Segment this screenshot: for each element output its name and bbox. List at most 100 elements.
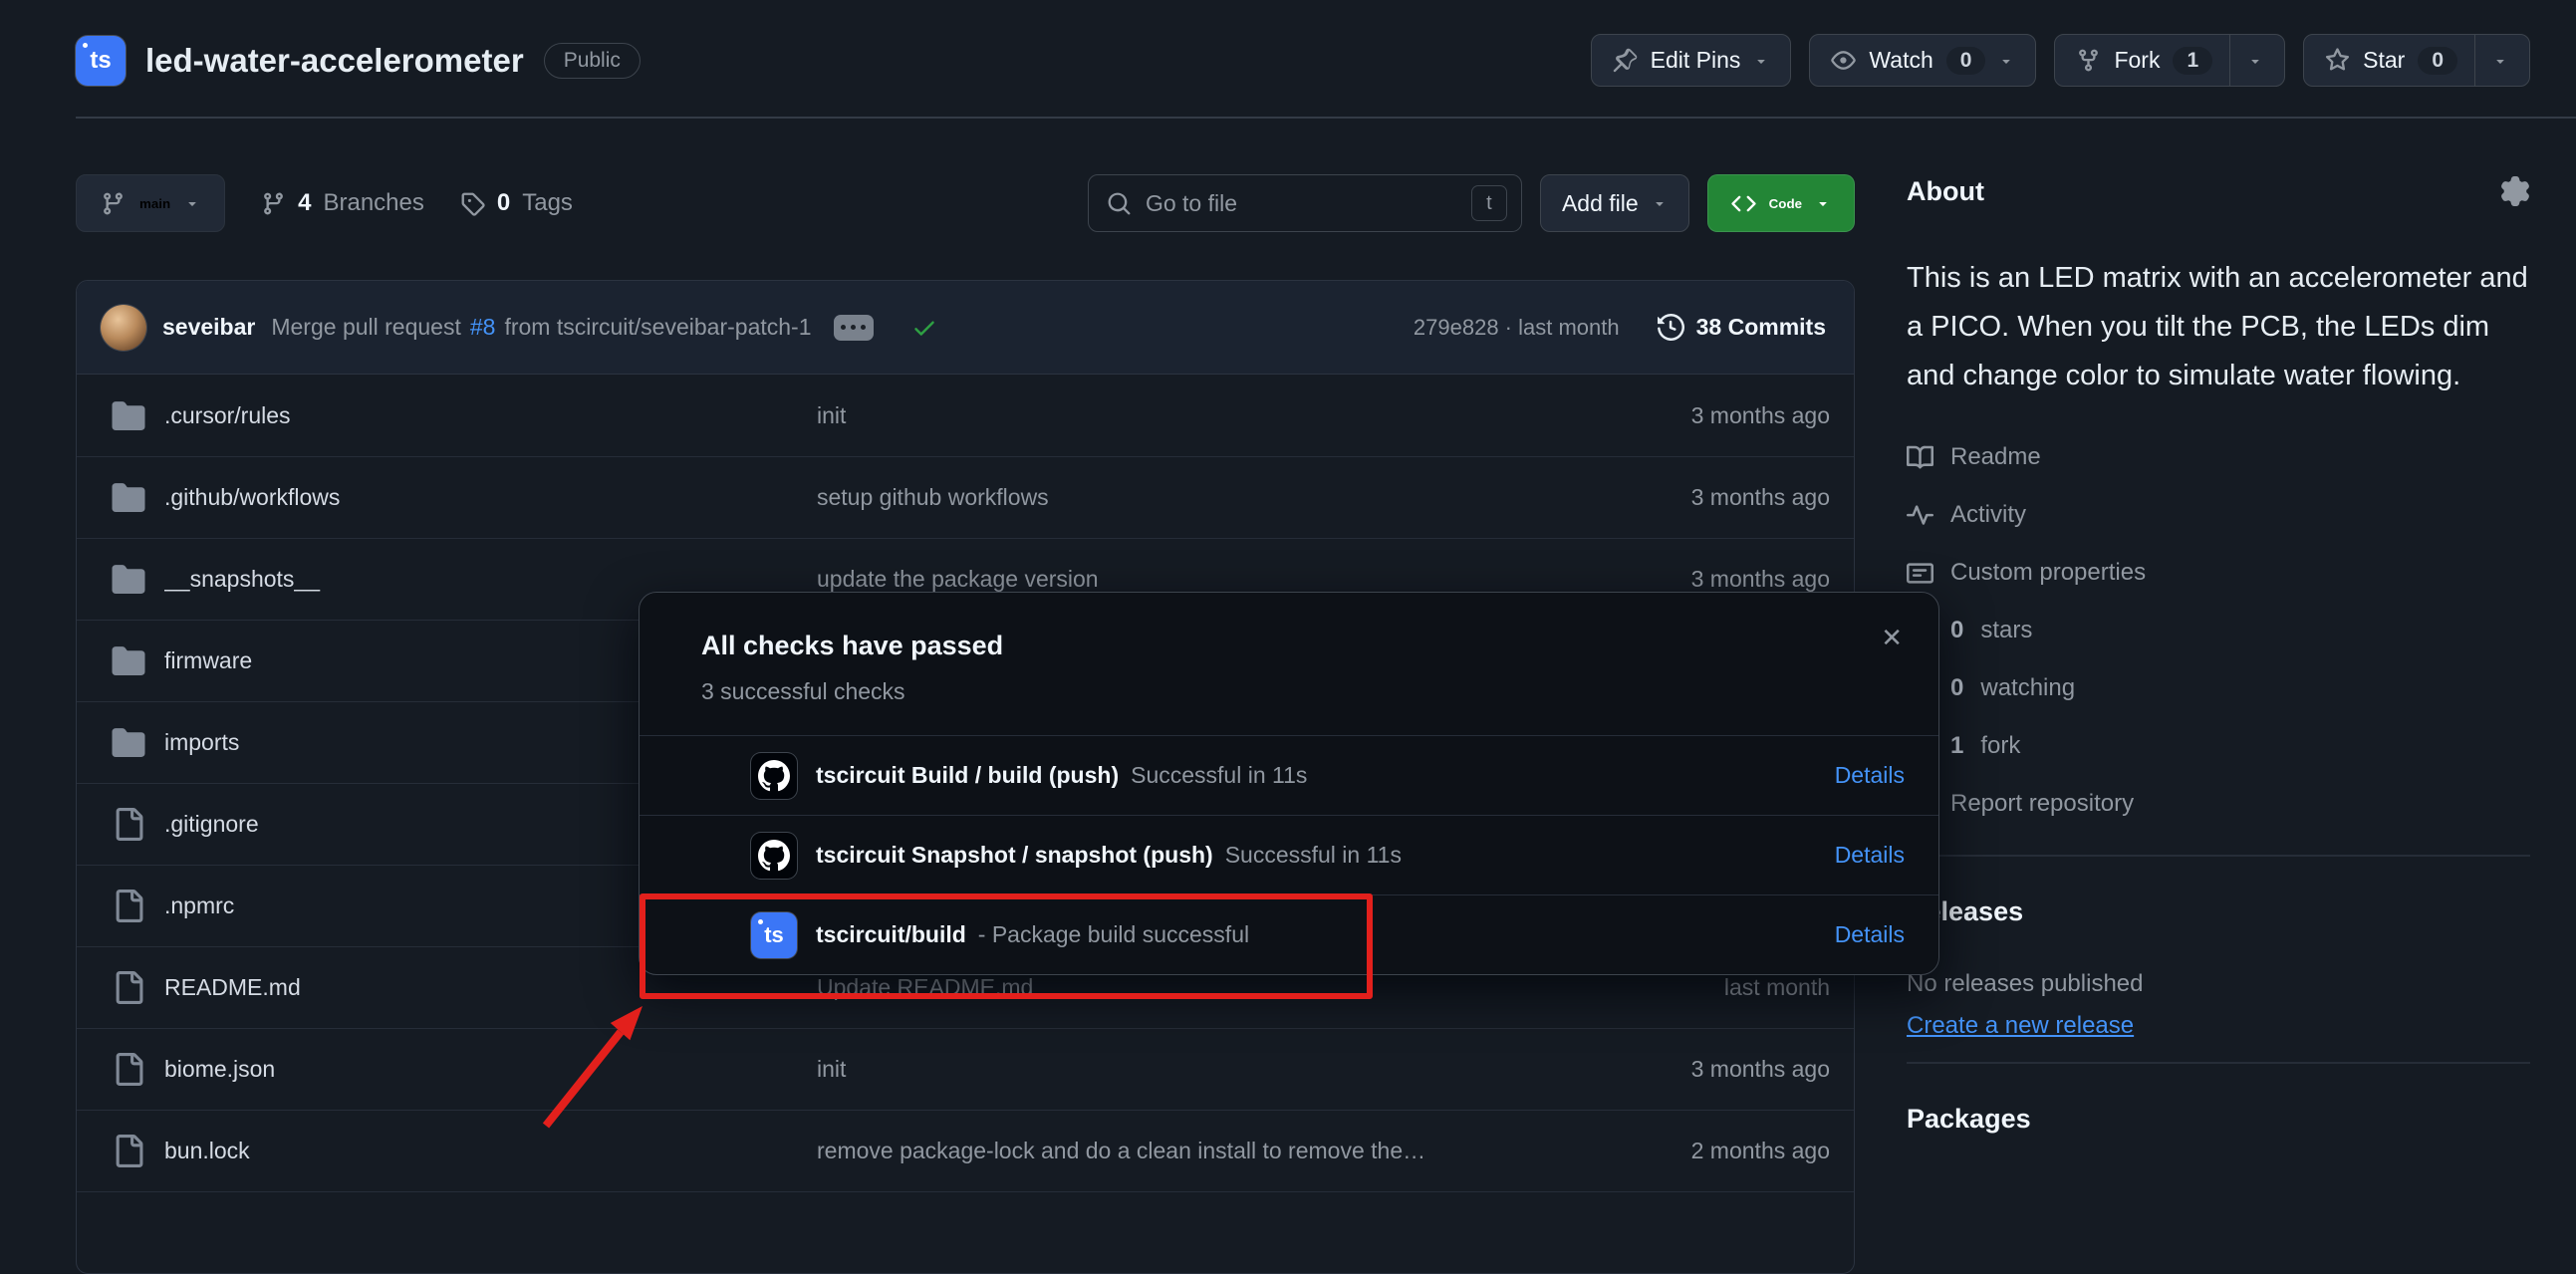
tags-link[interactable]: 0 Tags (460, 189, 573, 217)
repo-header: ts led-water-accelerometer Public Edit P… (0, 0, 2576, 87)
commit-author-name[interactable]: seveibar (162, 314, 255, 341)
file-commit-date: 3 months ago (1581, 566, 1830, 593)
sidebar-item-icon (1907, 444, 1933, 471)
sidebar-item-label: Custom properties (1950, 559, 2146, 587)
file-commit-message[interactable]: Update README.md (817, 974, 1581, 1001)
sidebar-about-item[interactable]: Report repository (1907, 775, 2530, 833)
table-row: .github/workflows setup github workflows… (77, 456, 1854, 538)
commit-author-avatar[interactable] (101, 305, 146, 351)
file-commit-message[interactable]: init (817, 402, 1581, 429)
fork-count: 1 (2173, 47, 2212, 75)
watch-count: 0 (1946, 47, 1986, 75)
fork-icon (2076, 48, 2101, 73)
check-name: tscircuit/build (816, 921, 966, 948)
file-name[interactable]: .cursor/rules (164, 402, 817, 429)
sidebar-about-item[interactable]: 0 stars (1907, 602, 2530, 659)
sidebar-item-count: 0 (1950, 674, 1963, 702)
file-commit-date: 3 months ago (1581, 1056, 1830, 1083)
pin-icon (1613, 48, 1638, 73)
check-app-avatar: ts (751, 912, 797, 958)
commit-message-text[interactable]: Merge pull request (271, 314, 461, 341)
checks-popup-title: All checks have passed (701, 627, 1903, 664)
commit-status-check-icon[interactable] (911, 315, 937, 341)
gear-icon[interactable] (2500, 176, 2530, 206)
git-branch-icon (261, 191, 286, 216)
fork-button[interactable]: Fork 1 (2054, 34, 2285, 87)
check-name: tscircuit Snapshot / snapshot (push) (816, 842, 1213, 869)
chevron-down-icon (184, 195, 200, 211)
file-name[interactable]: biome.json (164, 1056, 817, 1083)
chevron-down-icon[interactable] (2492, 53, 2508, 69)
code-label: Code (1769, 196, 1802, 211)
sidebar-about-item[interactable]: Custom properties (1907, 544, 2530, 602)
file-type-icon (111, 890, 146, 922)
chevron-down-icon (1652, 195, 1668, 211)
about-header: About (1907, 174, 2530, 208)
eye-icon (1831, 48, 1856, 73)
create-release-link[interactable]: Create a new release (1907, 1012, 2134, 1040)
branch-selector[interactable]: main (76, 174, 225, 232)
repo-title[interactable]: led-water-accelerometer (145, 42, 524, 80)
table-row: biome.json init 3 months ago (77, 1028, 1854, 1110)
branches-link[interactable]: 4 Branches (261, 189, 424, 217)
sidebar-about-item[interactable]: Activity (1907, 486, 2530, 544)
check-app-avatar (751, 753, 797, 799)
button-divider (2474, 35, 2475, 86)
branches-count: 4 (298, 189, 311, 217)
file-name[interactable]: bun.lock (164, 1138, 817, 1164)
check-row: tscircuit Build / build (push) Successfu… (640, 735, 1938, 815)
sidebar-item-count: 1 (1950, 732, 1963, 760)
close-icon[interactable]: ✕ (1881, 625, 1903, 650)
code-button[interactable]: Code (1707, 174, 1855, 232)
sidebar-item-count: 0 (1950, 617, 1963, 644)
tag-icon (460, 191, 485, 216)
checks-popup: All checks have passed 3 successful chec… (639, 592, 1939, 975)
edit-pins-label: Edit Pins (1651, 47, 1741, 74)
sidebar-about-item[interactable]: 1 fork (1907, 717, 2530, 775)
checks-popup-subtitle: 3 successful checks (701, 678, 1903, 705)
file-commit-message[interactable]: init (817, 1056, 1581, 1083)
sidebar-about-item[interactable]: 0 watching (1907, 659, 2530, 717)
pr-number-link[interactable]: #8 (470, 314, 496, 341)
about-title: About (1907, 174, 1984, 208)
file-name[interactable]: .github/workflows (164, 484, 817, 511)
check-details-link[interactable]: Details (1835, 842, 1905, 869)
check-name: tscircuit Build / build (push) (816, 762, 1119, 789)
repo-avatar-ts-logo[interactable]: ts (76, 36, 126, 86)
add-file-button[interactable]: Add file (1540, 174, 1689, 232)
sidebar-about-item[interactable]: Readme (1907, 428, 2530, 486)
sidebar-item-label: Report repository (1950, 790, 2134, 818)
success-check-icon (709, 922, 734, 947)
header-divider (76, 117, 2576, 119)
file-commit-message[interactable]: update the package version (817, 566, 1581, 593)
watch-button[interactable]: Watch 0 (1809, 34, 2036, 87)
chevron-down-icon (1998, 53, 2014, 69)
file-commit-message[interactable]: remove package-lock and do a clean insta… (817, 1138, 1581, 1164)
commit-message-tail[interactable]: from tscircuit/seveibar-patch-1 (504, 314, 811, 341)
current-branch-label: main (139, 196, 170, 211)
commit-ellipsis-button[interactable] (834, 315, 874, 341)
file-type-icon (111, 563, 146, 596)
code-icon (1731, 191, 1756, 216)
visibility-badge: Public (544, 43, 641, 79)
star-label: Star (2363, 47, 2405, 74)
file-commit-message[interactable]: setup github workflows (817, 484, 1581, 511)
check-details-link[interactable]: Details (1835, 921, 1905, 948)
file-name[interactable]: __snapshots__ (164, 566, 817, 593)
go-to-file-input[interactable] (1146, 190, 1457, 217)
star-button[interactable]: Star 0 (2303, 34, 2530, 87)
check-details-link[interactable]: Details (1835, 762, 1905, 789)
check-app-avatar (751, 833, 797, 879)
file-commit-date: last month (1581, 974, 1830, 1001)
commit-history-link[interactable]: 38 Commits (1658, 314, 1826, 341)
sidebar-divider (1907, 855, 2530, 857)
sidebar-item-label: Readme (1950, 443, 2041, 471)
commit-sha-and-time[interactable]: 279e828 · last month (1414, 315, 1620, 341)
chevron-down-icon[interactable] (2247, 53, 2263, 69)
search-icon (1107, 191, 1132, 216)
check-row: ts tscircuit/build - Package build succe… (640, 894, 1938, 974)
check-row: tscircuit Snapshot / snapshot (push) Suc… (640, 815, 1938, 894)
checks-popup-header: All checks have passed 3 successful chec… (640, 593, 1938, 735)
file-name[interactable]: README.md (164, 974, 817, 1001)
edit-pins-button[interactable]: Edit Pins (1591, 34, 1792, 87)
